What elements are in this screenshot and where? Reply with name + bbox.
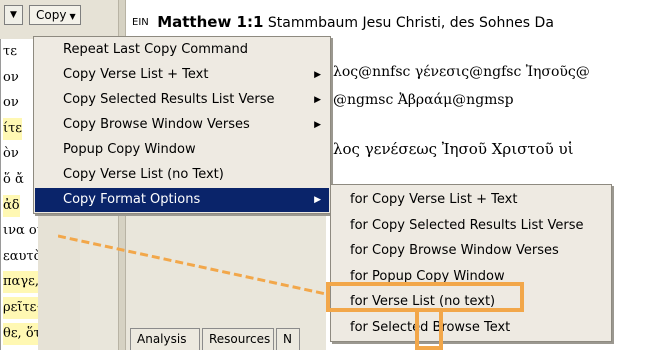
result-greek-line: ίτε	[3, 117, 23, 140]
format-menu-item[interactable]: for Copy Browse Window Verses	[332, 239, 610, 263]
chevron-right-icon: ▶	[314, 120, 321, 130]
result-greek-line: ινα οἱ λ	[3, 223, 38, 239]
tagged-greek-line-1: λος@nnfsc γένεσις@ngfsc Ἰησοῦς@	[333, 64, 590, 80]
copy-menu-item[interactable]: Repeat Last Copy Command	[35, 38, 329, 62]
result-greek-line: παγε, σα	[3, 271, 38, 294]
chevron-right-icon: ▶	[314, 195, 321, 205]
result-greek-line: ὅ ἄ	[3, 172, 24, 187]
verse-text: Stammbaum Jesu Christi, des Sohnes Da	[267, 15, 554, 31]
annotation-highlight-box	[326, 282, 524, 312]
copy-menu-item[interactable]: Copy Browse Window Verses ▶	[35, 113, 329, 137]
chevron-down-icon: ▼	[69, 12, 76, 21]
annotation-pointer	[58, 234, 327, 296]
result-greek-line: τε	[3, 44, 17, 59]
result-greek-line: ον	[3, 69, 19, 85]
greek-verse-line: λος γενέσεως Ἰησοῦ Χριστοῦ υἱ	[333, 140, 574, 158]
version-label: EIN	[132, 17, 149, 28]
format-menu-item[interactable]: for Selected Browse Text	[332, 316, 610, 340]
result-greek-line: ον	[3, 95, 19, 111]
toolbar: ▼ Copy ▼	[0, 0, 119, 39]
format-menu-item[interactable]: for Copy Selected Results List Verse	[332, 214, 610, 238]
tab-resources[interactable]: Resources	[202, 328, 274, 350]
copy-menu-item[interactable]: Copy Format Options ▶	[35, 188, 329, 212]
copy-format-submenu: for Copy Verse List + Text for Copy Selec…	[330, 184, 612, 342]
tagged-greek-line-2: @ngmsc Ἀβραάμ@ngmsp	[333, 92, 514, 108]
format-menu-item[interactable]: for Copy Verse List + Text	[332, 188, 610, 212]
result-greek-line: ὸν	[3, 146, 19, 162]
dropdown-arrow-button[interactable]: ▼	[4, 5, 23, 25]
copy-menu-item[interactable]: Copy Verse List + Text ▶	[35, 63, 329, 87]
menu-item-label: Copy Selected Results List Verse	[63, 92, 275, 107]
chevron-right-icon: ▶	[314, 95, 321, 105]
copy-button[interactable]: Copy ▼	[29, 5, 81, 25]
chevron-right-icon: ▶	[314, 70, 321, 80]
verse-header: EIN Matthew 1:1 Stammbaum Jesu Christi, …	[132, 13, 554, 31]
result-greek-line: ρεῖτε· ἤ	[3, 297, 38, 319]
menu-item-label: Repeat Last Copy Command	[63, 42, 249, 57]
copy-menu-item[interactable]: Popup Copy Window	[35, 138, 329, 162]
verse-reference[interactable]: Matthew 1:1	[157, 13, 263, 31]
annotation-stub	[415, 311, 443, 350]
tab-analysis[interactable]: Analysis	[130, 328, 200, 350]
menu-item-label: Copy Browse Window Verses	[63, 117, 250, 132]
result-greek-line: ἀδ	[3, 194, 20, 217]
result-greek-line: εαυτὸν	[3, 248, 38, 264]
copy-menu-item[interactable]: Copy Selected Results List Verse ▶	[35, 88, 329, 112]
menu-item-label: Copy Verse List + Text	[63, 67, 209, 82]
result-greek-line: θε, ὅτι	[3, 322, 38, 345]
copy-button-label: Copy	[36, 8, 67, 22]
menu-item-label: Copy Verse List (no Text)	[63, 167, 224, 182]
copy-menu: Repeat Last Copy Command Copy Verse List …	[33, 36, 331, 214]
copy-menu-item[interactable]: Copy Verse List (no Text)	[35, 163, 329, 187]
tab-n[interactable]: N	[276, 328, 300, 350]
menu-item-label: Popup Copy Window	[63, 142, 196, 157]
menu-item-label: Copy Format Options	[63, 192, 201, 207]
